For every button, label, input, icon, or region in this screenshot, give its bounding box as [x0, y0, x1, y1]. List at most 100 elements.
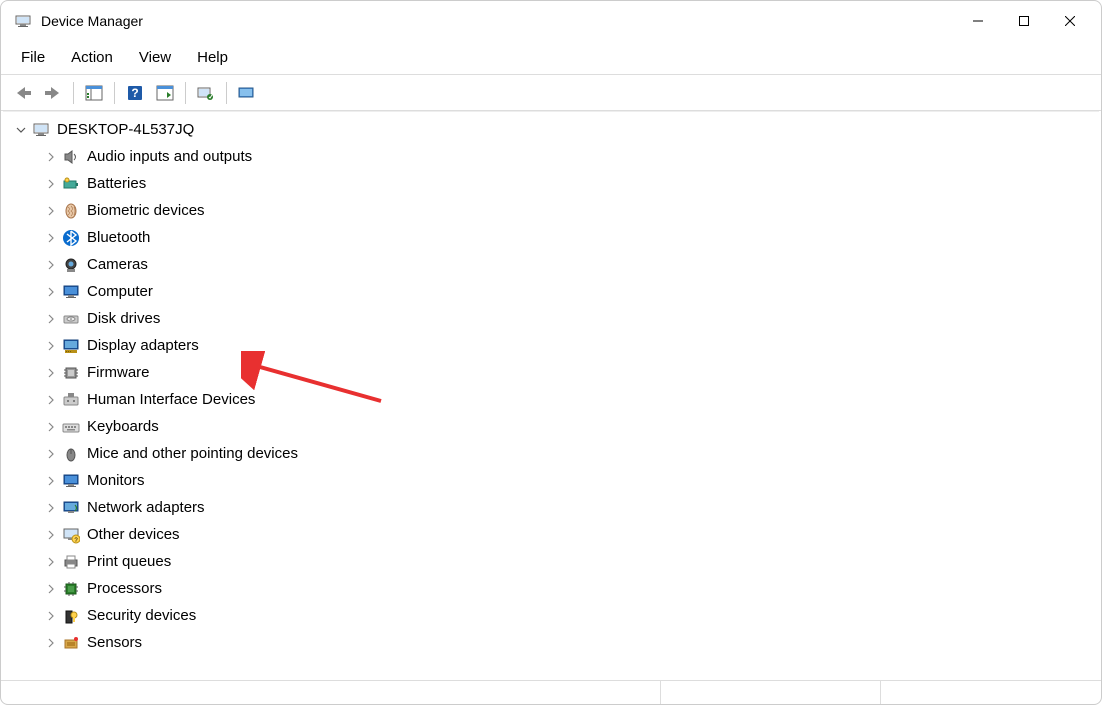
chip-icon [61, 363, 81, 383]
node-label: Batteries [87, 175, 146, 192]
root-label: DESKTOP-4L537JQ [57, 121, 194, 138]
cpu-icon [61, 579, 81, 599]
device-tree[interactable]: DESKTOP-4L537JQ Audio inputs and outputs… [3, 111, 1099, 680]
mouse-icon [61, 444, 81, 464]
chevron-right-icon[interactable] [43, 311, 59, 327]
toolbar: ? [1, 75, 1101, 111]
scan-hardware-button[interactable] [192, 80, 220, 106]
tree-node-bluetooth[interactable]: Bluetooth [3, 224, 1099, 251]
computer-icon [31, 120, 51, 140]
chevron-right-icon[interactable] [43, 338, 59, 354]
minimize-button[interactable] [955, 5, 1001, 37]
chevron-right-icon[interactable] [43, 392, 59, 408]
battery-icon [61, 174, 81, 194]
svg-text:?: ? [131, 86, 138, 100]
menu-action[interactable]: Action [59, 43, 125, 72]
statusbar-cell [1, 681, 660, 704]
network-icon [61, 498, 81, 518]
node-label: Network adapters [87, 499, 205, 516]
statusbar-cell [880, 681, 1101, 704]
app-icon [15, 13, 31, 29]
node-label: Bluetooth [87, 229, 150, 246]
tree-node-mice[interactable]: Mice and other pointing devices [3, 440, 1099, 467]
chevron-right-icon[interactable] [43, 230, 59, 246]
printer-icon [61, 552, 81, 572]
show-hidden-button[interactable] [233, 80, 261, 106]
tree-node-network[interactable]: Network adapters [3, 494, 1099, 521]
camera-icon [61, 255, 81, 275]
statusbar [1, 680, 1101, 704]
bluetooth-icon [61, 228, 81, 248]
menu-file[interactable]: File [9, 43, 57, 72]
tree-node-monitors[interactable]: Monitors [3, 467, 1099, 494]
tree-node-disk[interactable]: Disk drives [3, 305, 1099, 332]
node-label: Firmware [87, 364, 150, 381]
node-label: Mice and other pointing devices [87, 445, 298, 462]
tree-node-print[interactable]: Print queues [3, 548, 1099, 575]
chevron-right-icon[interactable] [43, 635, 59, 651]
node-label: Security devices [87, 607, 196, 624]
toolbar-separator [226, 82, 227, 104]
menu-view[interactable]: View [127, 43, 183, 72]
chevron-right-icon[interactable] [43, 365, 59, 381]
fingerprint-icon [61, 201, 81, 221]
back-button[interactable] [9, 80, 37, 106]
menubar: File Action View Help [1, 41, 1101, 75]
toolbar-separator [185, 82, 186, 104]
menu-help[interactable]: Help [185, 43, 240, 72]
window-title: Device Manager [41, 13, 955, 29]
hid-icon [61, 390, 81, 410]
tree-node-audio[interactable]: Audio inputs and outputs [3, 143, 1099, 170]
chevron-right-icon[interactable] [43, 608, 59, 624]
chevron-right-icon[interactable] [43, 149, 59, 165]
action-options-button[interactable] [151, 80, 179, 106]
tree-node-cameras[interactable]: Cameras [3, 251, 1099, 278]
security-icon [61, 606, 81, 626]
tree-node-hid[interactable]: Human Interface Devices [3, 386, 1099, 413]
chevron-down-icon[interactable] [13, 122, 29, 138]
tree-node-security[interactable]: Security devices [3, 602, 1099, 629]
tree-node-display[interactable]: Display adapters [3, 332, 1099, 359]
forward-button[interactable] [39, 80, 67, 106]
chevron-right-icon[interactable] [43, 284, 59, 300]
close-button[interactable] [1047, 5, 1093, 37]
chevron-right-icon[interactable] [43, 203, 59, 219]
tree-node-firmware[interactable]: Firmware [3, 359, 1099, 386]
node-label: Cameras [87, 256, 148, 273]
node-label: Sensors [87, 634, 142, 651]
tree-node-keyboards[interactable]: Keyboards [3, 413, 1099, 440]
node-label: Keyboards [87, 418, 159, 435]
node-label: Biometric devices [87, 202, 205, 219]
toolbar-separator [114, 82, 115, 104]
keyboard-icon [61, 417, 81, 437]
tree-node-biometric[interactable]: Biometric devices [3, 197, 1099, 224]
tree-node-processors[interactable]: Processors [3, 575, 1099, 602]
chevron-right-icon[interactable] [43, 581, 59, 597]
speaker-icon [61, 147, 81, 167]
chevron-right-icon[interactable] [43, 500, 59, 516]
sensor-icon [61, 633, 81, 653]
chevron-right-icon[interactable] [43, 473, 59, 489]
tree-root[interactable]: DESKTOP-4L537JQ [3, 116, 1099, 143]
chevron-right-icon[interactable] [43, 176, 59, 192]
tree-node-computer[interactable]: Computer [3, 278, 1099, 305]
device-manager-window: Device Manager File Action View Help [0, 0, 1102, 705]
help-button[interactable]: ? [121, 80, 149, 106]
chevron-right-icon[interactable] [43, 527, 59, 543]
monitor-icon [61, 471, 81, 491]
chevron-right-icon[interactable] [43, 257, 59, 273]
display-adapter-icon [61, 336, 81, 356]
node-label: Monitors [87, 472, 145, 489]
node-label: Computer [87, 283, 153, 300]
show-hide-tree-button[interactable] [80, 80, 108, 106]
tree-node-other[interactable]: ?Other devices [3, 521, 1099, 548]
chevron-right-icon[interactable] [43, 419, 59, 435]
chevron-right-icon[interactable] [43, 554, 59, 570]
window-controls [955, 5, 1093, 37]
node-label: Human Interface Devices [87, 391, 255, 408]
other-icon: ? [61, 525, 81, 545]
maximize-button[interactable] [1001, 5, 1047, 37]
tree-node-sensors[interactable]: Sensors [3, 629, 1099, 656]
chevron-right-icon[interactable] [43, 446, 59, 462]
tree-node-batteries[interactable]: Batteries [3, 170, 1099, 197]
